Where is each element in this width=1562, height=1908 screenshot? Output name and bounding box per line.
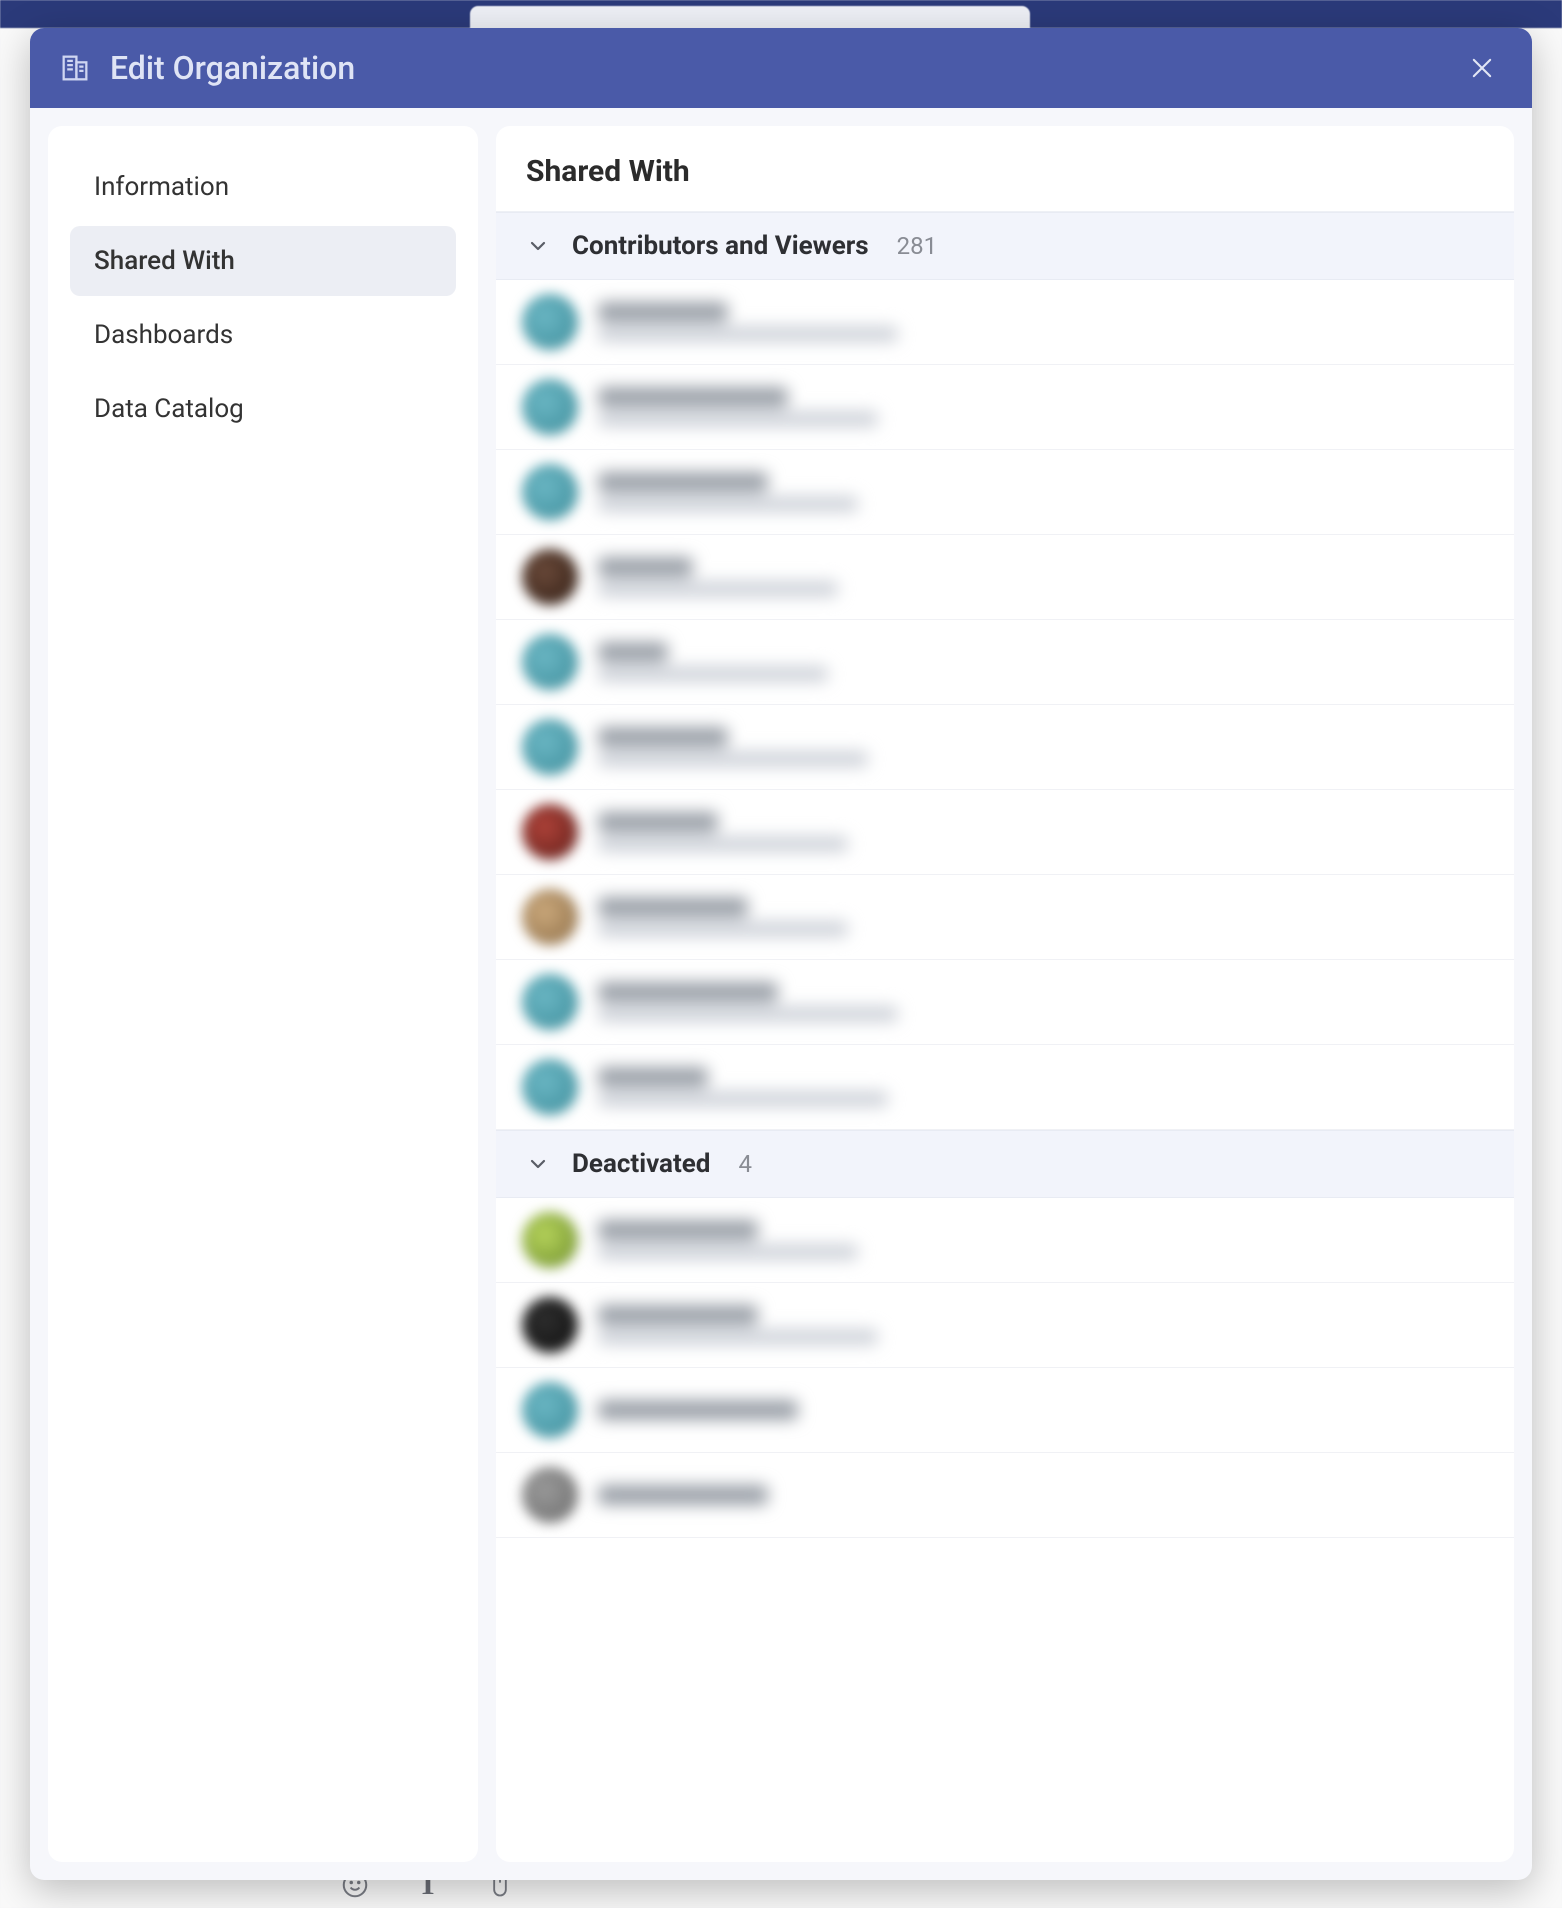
avatar (522, 1059, 578, 1115)
list-item-text (598, 1305, 878, 1345)
avatar (522, 634, 578, 690)
list-item-sub-redacted (598, 411, 878, 427)
list-item[interactable] (496, 280, 1514, 365)
modal-body: Information Shared With Dashboards Data Cat… (30, 108, 1532, 1880)
chevron-down-icon (526, 234, 550, 258)
avatar (522, 379, 578, 435)
list-item-sub-redacted (598, 326, 898, 342)
avatar (522, 974, 578, 1030)
avatar (522, 1297, 578, 1353)
list-item-text (598, 387, 878, 427)
list-item-name-redacted (598, 472, 768, 492)
list-item-name-redacted (598, 727, 728, 747)
list-item-sub-redacted (598, 836, 848, 852)
sidebar-item-nav-data-catalog[interactable]: Data Catalog (70, 374, 456, 444)
list-item-text (598, 897, 848, 937)
list-item[interactable] (496, 875, 1514, 960)
list-item-name-redacted (598, 642, 668, 662)
sidebar-item-label: Dashboards (94, 320, 233, 350)
list-item-sub-redacted (598, 1006, 898, 1022)
list-item-name-redacted (598, 387, 788, 407)
section-label: Contributors and Viewers (572, 231, 869, 261)
list-item-name-redacted (598, 1400, 798, 1420)
list-item-name-redacted (598, 982, 778, 1002)
list-item-text (598, 1485, 768, 1505)
list-item-name-redacted (598, 1220, 758, 1240)
list-item-text (598, 1400, 798, 1420)
list-item-text (598, 642, 828, 682)
sidebar-item-nav-dashboards[interactable]: Dashboards (70, 300, 456, 370)
main-scroll[interactable]: Contributors and Viewers 281 Deactivated 4 (496, 212, 1514, 1862)
list-item-sub-redacted (598, 496, 858, 512)
avatar (522, 1467, 578, 1523)
avatar (522, 889, 578, 945)
sidebar-item-label: Shared With (94, 246, 235, 276)
modal-title: Edit Organization (110, 49, 1442, 87)
sidebar-item-label: Data Catalog (94, 394, 244, 424)
section-header-contributors[interactable]: Contributors and Viewers 281 (496, 212, 1514, 280)
avatar (522, 464, 578, 520)
chevron-down-icon (526, 1152, 550, 1176)
list-item-sub-redacted (598, 666, 828, 682)
sidebar-item-nav-shared-with[interactable]: Shared With (70, 226, 456, 296)
list-item[interactable] (496, 705, 1514, 790)
list-item[interactable] (496, 1283, 1514, 1368)
section-header-deactivated[interactable]: Deactivated 4 (496, 1130, 1514, 1198)
sidebar: Information Shared With Dashboards Data Cat… (48, 126, 478, 1862)
edit-organization-modal: Edit Organization Information Shared With… (30, 28, 1532, 1880)
avatar (522, 804, 578, 860)
list-item[interactable] (496, 960, 1514, 1045)
list-item-name-redacted (598, 812, 718, 832)
list-item[interactable] (496, 450, 1514, 535)
list-item[interactable] (496, 1045, 1514, 1130)
list-item[interactable] (496, 535, 1514, 620)
list-item[interactable] (496, 1368, 1514, 1453)
list-item-name-redacted (598, 302, 728, 322)
avatar (522, 1212, 578, 1268)
section-label: Deactivated (572, 1149, 710, 1179)
main-title: Shared With (496, 126, 1514, 212)
section-count: 4 (738, 1150, 752, 1178)
main-panel: Shared With Contributors and Viewers 281 D… (496, 126, 1514, 1862)
list-item-text (598, 727, 868, 767)
list-item-text (598, 472, 858, 512)
section-count: 281 (897, 232, 937, 260)
list-item-sub-redacted (598, 1329, 878, 1345)
list-item-name-redacted (598, 1485, 768, 1505)
list-item-sub-redacted (598, 1091, 888, 1107)
sidebar-item-nav-information[interactable]: Information (70, 152, 456, 222)
modal-header: Edit Organization (30, 28, 1532, 108)
list-item-sub-redacted (598, 751, 868, 767)
list-item-sub-redacted (598, 1244, 858, 1260)
close-button[interactable] (1460, 46, 1504, 90)
sidebar-item-label: Information (94, 172, 229, 202)
list-item-name-redacted (598, 1305, 758, 1325)
organization-icon (58, 51, 92, 85)
list-item[interactable] (496, 790, 1514, 875)
list-item-text (598, 302, 898, 342)
avatar (522, 719, 578, 775)
list-item[interactable] (496, 1453, 1514, 1538)
list-item-sub-redacted (598, 581, 838, 597)
list-item-name-redacted (598, 1067, 708, 1087)
list-item-name-redacted (598, 557, 693, 577)
list-item[interactable] (496, 620, 1514, 705)
list-item-text (598, 812, 848, 852)
avatar (522, 294, 578, 350)
list-item-text (598, 982, 898, 1022)
list-item-text (598, 557, 838, 597)
list-item-text (598, 1220, 858, 1260)
avatar (522, 1382, 578, 1438)
avatar (522, 549, 578, 605)
list-item-name-redacted (598, 897, 748, 917)
close-icon (1468, 54, 1496, 82)
list-item[interactable] (496, 365, 1514, 450)
list-item-sub-redacted (598, 921, 848, 937)
list-item[interactable] (496, 1198, 1514, 1283)
list-item-text (598, 1067, 888, 1107)
